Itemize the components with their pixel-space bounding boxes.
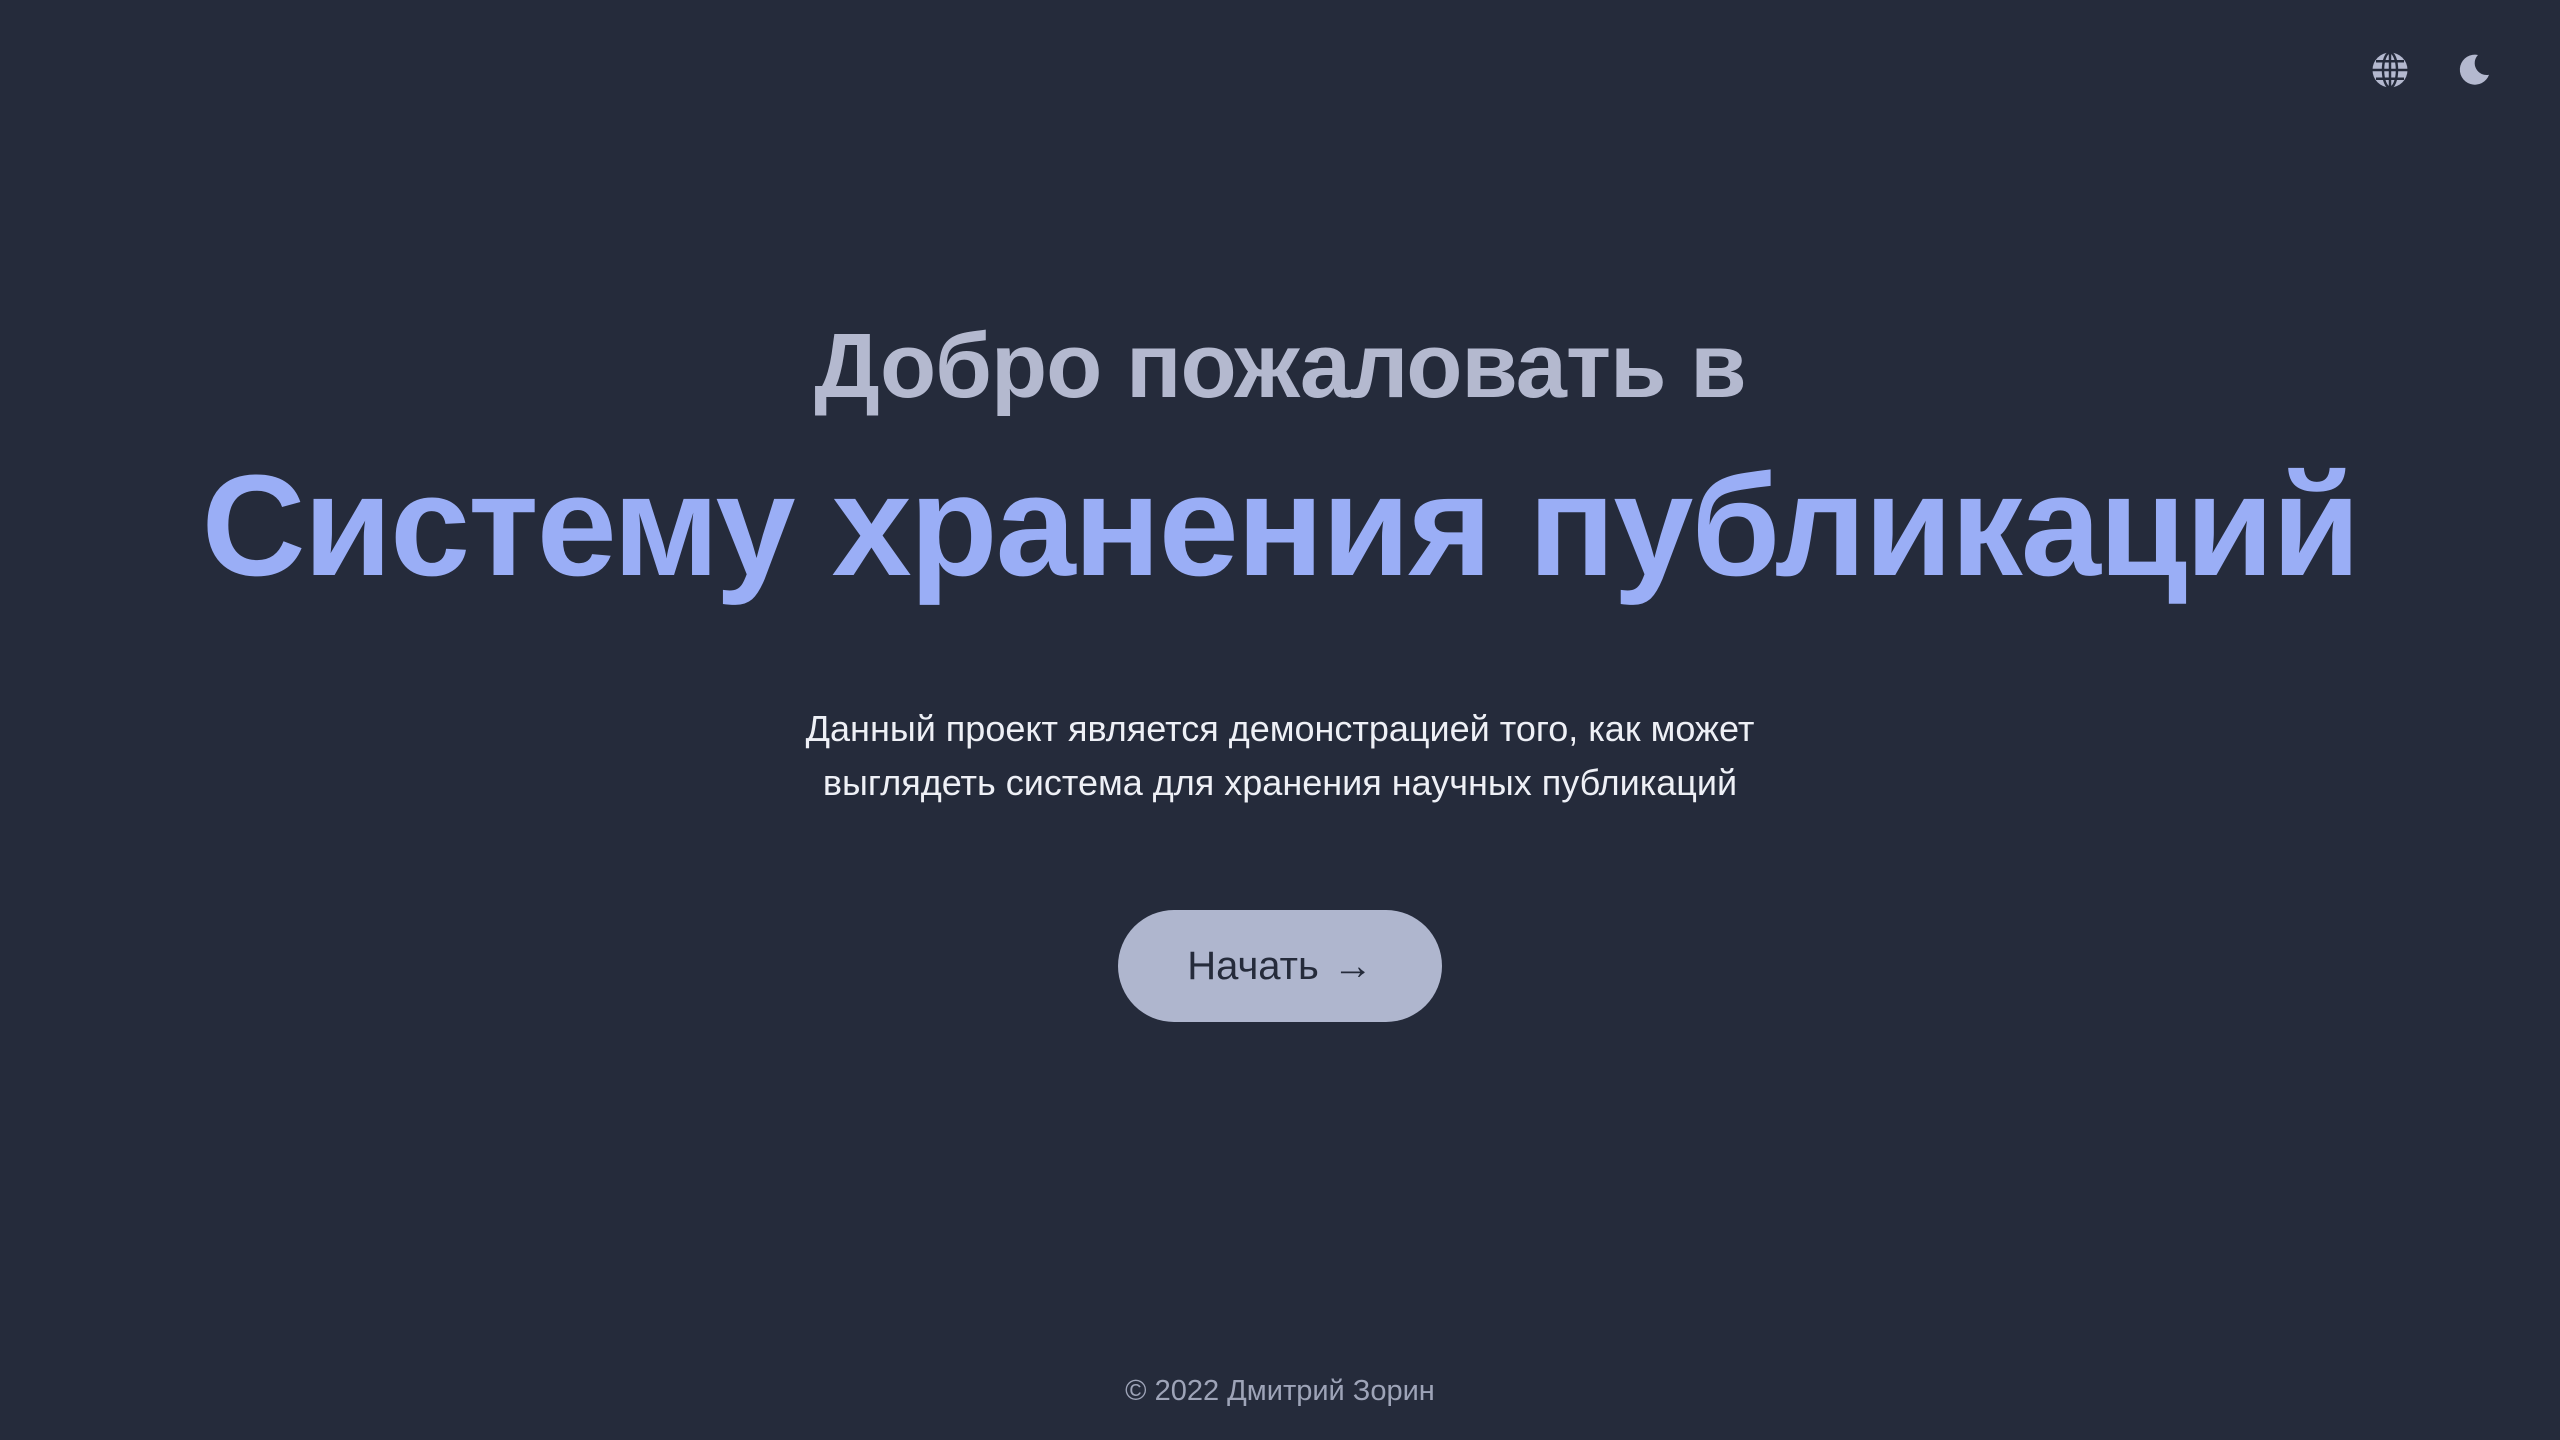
start-button-label: Начать xyxy=(1187,943,1319,988)
description-line: Данный проект является демонстрацией тог… xyxy=(805,708,1755,749)
language-button[interactable] xyxy=(2368,48,2412,92)
welcome-heading: Добро пожаловать в xyxy=(814,315,1746,417)
globe-icon xyxy=(2372,51,2408,89)
hero-section: Добро пожаловать в Систему хранения публ… xyxy=(0,320,2560,1022)
description: Данный проект является демонстрацией тог… xyxy=(730,702,1830,810)
page: Добро пожаловать в Систему хранения публ… xyxy=(0,0,2560,1440)
moon-icon xyxy=(2459,54,2490,85)
page-title: Систему хранения публикаций xyxy=(201,445,2361,606)
theme-toggle-button[interactable] xyxy=(2452,48,2496,92)
top-controls xyxy=(2368,48,2496,92)
start-button[interactable]: Начать → xyxy=(1118,910,1442,1022)
footer-copyright: © 2022 Дмитрий Зорин xyxy=(1125,1375,1435,1407)
arrow-right-icon: → xyxy=(1332,943,1373,988)
description-line: выглядеть система для хранения научных п… xyxy=(822,762,1738,803)
